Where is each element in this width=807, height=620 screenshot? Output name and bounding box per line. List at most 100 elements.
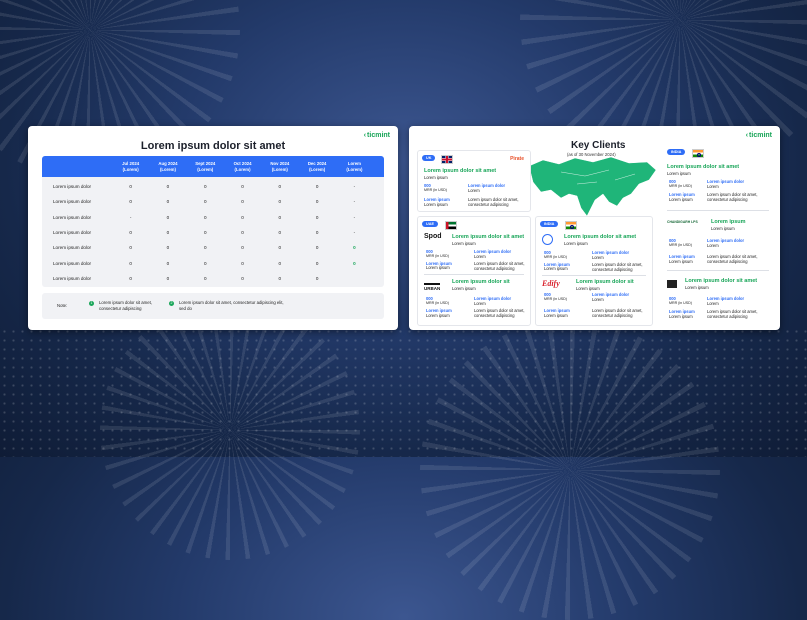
table-cell: 0 — [278, 275, 282, 281]
key-2: Lorem ipsum — [424, 202, 448, 207]
left-slide[interactable]: ticmint Lorem ipsum dolor sit amet Jul 2… — [28, 126, 398, 330]
key-2: Lorem ipsum — [669, 197, 693, 202]
key-2: Lorem ipsum — [544, 266, 568, 271]
client-subheading: Lorem ipsum — [564, 241, 588, 246]
client-subheading: Lorem ipsum — [452, 286, 476, 291]
table-cell: 0 — [241, 184, 244, 190]
table-cell: 0 — [203, 230, 207, 236]
table-cell: 0 — [278, 199, 282, 205]
table-cell: 0 — [166, 245, 170, 251]
uae-flag-icon — [445, 221, 457, 230]
mrr-label: MRR (in USD) — [426, 254, 449, 258]
client-subheading: Lorem ipsum — [576, 286, 600, 291]
table-cell: 0 — [129, 184, 132, 190]
table-cell: 0 — [166, 214, 170, 220]
value-1-sub: Lorem — [592, 297, 604, 302]
client-card-uk[interactable]: UK Pirate Lorem ipsum dolor sit amet Lor… — [417, 150, 531, 212]
table-cell: - — [353, 199, 356, 205]
table-header: Jul 2024 (Lorem) Aug 2024 (Lorem) Sept 2… — [42, 156, 384, 177]
table-row: Lorem ipsum dolor - 0 0 0 0 0 - — [42, 210, 384, 225]
table-cell: - — [353, 230, 356, 236]
table-cell: 0 — [203, 260, 207, 266]
mrr-label: MRR (in USD) — [424, 188, 447, 192]
table-cell: 0 — [166, 230, 170, 236]
slide-title: Key Clients — [571, 140, 626, 151]
divider — [542, 275, 646, 276]
value-2: Lorem ipsum dolor sit amet, consectetur … — [707, 309, 758, 319]
mrr-label: MRR (in USD) — [669, 301, 692, 305]
row-label: Lorem ipsum dolor — [53, 199, 92, 205]
region-tag: UAE — [422, 221, 439, 227]
client-logo-2: CHANDIGARH LPS — [667, 220, 698, 224]
value-1-sub: Lorem — [474, 301, 486, 306]
client-heading: Lorem ipsum dolor sit amet — [564, 234, 637, 240]
value-1-sub: Lorem — [592, 255, 604, 260]
client-subheading: Lorem ipsum — [685, 285, 709, 290]
value-2: Lorem ipsum dolor sit amet, consectetur … — [592, 308, 643, 318]
table-cell: 0 — [241, 260, 244, 266]
client-heading: Lorem ipsum dolor sit amet — [667, 164, 740, 170]
value-1-sub: Lorem — [707, 243, 719, 248]
client-card-uae[interactable]: UAE Spod Lorem ipsum dolor sit amet Lore… — [417, 216, 531, 326]
table-cell: 0 — [241, 275, 244, 281]
row-label: Lorem ipsum dolor — [53, 184, 92, 190]
key-2: Lorem ipsum — [669, 314, 693, 319]
row-label: Lorem ipsum dolor — [53, 214, 92, 220]
client-card-india-right[interactable]: INDIA Lorem ipsum dolor sit amet Lorem i… — [663, 144, 773, 324]
client-logo: Pirate — [510, 156, 524, 162]
value-2: Lorem ipsum dolor sit amet, consectetur … — [474, 308, 525, 318]
value-2: Lorem ipsum dolor sit amet, consectetur … — [474, 261, 525, 271]
table-cell: 0 — [278, 184, 282, 190]
note-box: Note: 1 Lorem ipsum dolor sit amet, cons… — [42, 293, 384, 319]
data-table: Jul 2024 (Lorem) Aug 2024 (Lorem) Sept 2… — [42, 156, 384, 287]
table-cell: 0 — [315, 199, 319, 205]
background-dots — [0, 327, 807, 457]
table-cell: 0 — [166, 199, 170, 205]
mrr-label: MRR (in USD) — [426, 301, 449, 305]
divider — [667, 270, 769, 271]
note-text-2: Lorem ipsum dolor sit amet, consectetur … — [179, 300, 284, 311]
note-text-1: Lorem ipsum dolor sit amet, consectetur … — [99, 300, 153, 311]
mrr-label: MRR (in USD) — [544, 255, 567, 259]
uk-flag-icon — [441, 155, 453, 164]
client-card-india-mid[interactable]: INDIA Lorem ipsum dolor sit amet Lorem i… — [535, 216, 653, 326]
client-subheading: Lorem ipsum — [424, 175, 448, 180]
table-cell: 0 — [278, 260, 282, 266]
client-logo-2: URBAN — [424, 283, 441, 291]
map-landmass — [528, 156, 657, 217]
note-label: Note: — [57, 303, 68, 308]
header-cell: Sept 2024 (Lorem) — [195, 161, 216, 172]
row-label: Lorem ipsum dolor — [53, 275, 92, 281]
asia-map — [528, 156, 657, 217]
header-cell: Nov 2024 (Lorem) — [270, 161, 290, 172]
note-number-1: 1 — [89, 301, 94, 306]
table-cell: 0 — [203, 214, 207, 220]
value-1-sub: Lorem — [707, 301, 719, 306]
table-cell: 0 — [241, 230, 244, 236]
table-cell: 0 — [315, 260, 319, 266]
slide-title: Lorem ipsum dolor sit amet — [140, 140, 286, 152]
table-cell: 0 — [166, 260, 170, 266]
table-cell: 0 — [278, 214, 282, 220]
header-cell: Dec 2024 (Lorem) — [307, 161, 327, 172]
table-cell: 0 — [129, 260, 132, 266]
key-2: Lorem ipsum — [426, 265, 450, 270]
row-label: Lorem ipsum dolor — [53, 230, 92, 236]
client-logo-1: Spod — [424, 233, 442, 240]
key-2: Lorem ipsum — [426, 313, 450, 318]
table-cell: 0 — [278, 230, 282, 236]
value-1-sub: Lorem — [468, 188, 480, 193]
right-slide[interactable]: ticmint Key Clients (as of 30 November 2… — [409, 126, 780, 330]
client-heading: Lorem ipsum dolor sit amet — [685, 278, 758, 284]
key-2: Lorem ipsum — [544, 313, 568, 318]
value-1-sub: Lorem — [474, 254, 486, 259]
client-heading: Lorem ipsum dolor sit — [452, 279, 510, 285]
client-subheading: Lorem ipsum — [711, 226, 735, 231]
table-row: Lorem ipsum dolor 0 0 0 0 0 0 — [42, 271, 384, 286]
table-row: Lorem ipsum dolor 0 0 0 0 0 0 0 — [42, 256, 384, 271]
region-tag: UK — [422, 155, 436, 161]
region-tag: INDIA — [540, 221, 559, 227]
table-cell: 0 — [241, 245, 244, 251]
brand-logo: ticmint — [746, 132, 772, 139]
client-heading: Lorem ipsum dolor sit amet — [424, 168, 497, 174]
